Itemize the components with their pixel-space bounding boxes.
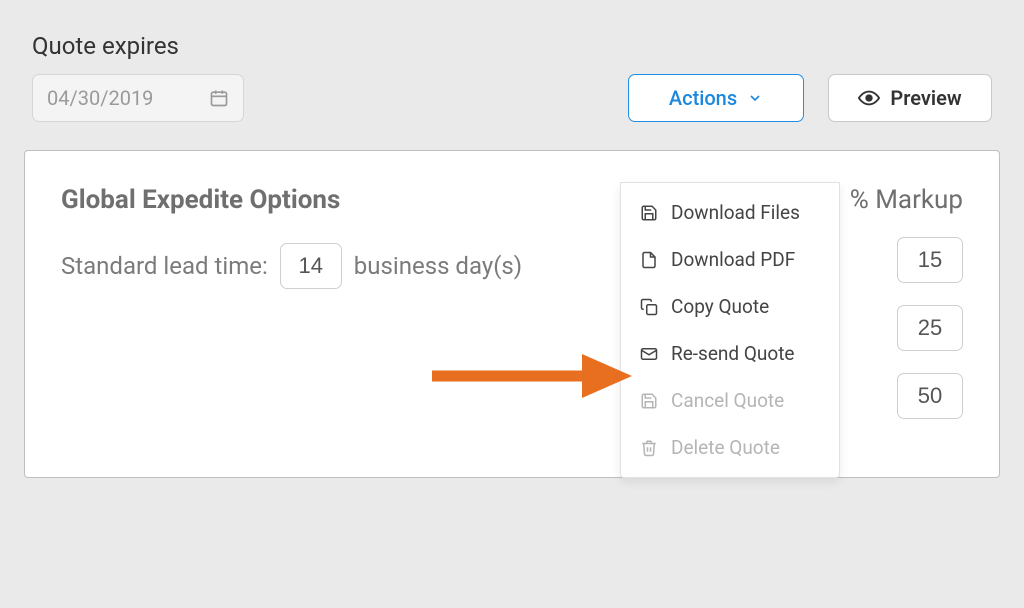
trash-icon xyxy=(639,439,659,457)
menu-cancel-quote: Cancel Quote xyxy=(621,377,839,424)
quote-expires-value: 04/30/2019 xyxy=(47,86,153,110)
eye-icon xyxy=(858,87,880,109)
preview-button[interactable]: Preview xyxy=(828,74,992,122)
pdf-icon xyxy=(639,251,659,269)
markup-input-2[interactable] xyxy=(897,305,963,351)
save-icon xyxy=(639,392,659,410)
menu-copy-quote[interactable]: Copy Quote xyxy=(621,283,839,330)
menu-delete-quote: Delete Quote xyxy=(621,424,839,471)
lead-time-unit: business day(s) xyxy=(354,252,522,280)
menu-download-pdf[interactable]: Download PDF xyxy=(621,236,839,283)
actions-dropdown: Download Files Download PDF Copy Quote R… xyxy=(620,182,840,478)
save-icon xyxy=(639,204,659,222)
markup-label: % Markup xyxy=(850,185,963,215)
menu-label: Cancel Quote xyxy=(671,389,784,412)
menu-label: Re-send Quote xyxy=(671,342,795,365)
lead-time-label: Standard lead time: xyxy=(61,252,268,280)
actions-button-label: Actions xyxy=(669,86,737,110)
menu-label: Delete Quote xyxy=(671,436,780,459)
menu-label: Download PDF xyxy=(671,248,795,271)
menu-resend-quote[interactable]: Re-send Quote xyxy=(621,330,839,377)
chevron-down-icon xyxy=(747,90,763,106)
markup-input-1[interactable] xyxy=(897,237,963,283)
preview-button-label: Preview xyxy=(890,86,961,110)
menu-download-files[interactable]: Download Files xyxy=(621,189,839,236)
quote-expires-date-input[interactable]: 04/30/2019 xyxy=(32,74,244,122)
copy-icon xyxy=(639,298,659,316)
quote-expires-label: Quote expires xyxy=(32,32,992,60)
calendar-icon xyxy=(209,88,229,108)
menu-label: Download Files xyxy=(671,201,800,224)
actions-button[interactable]: Actions xyxy=(628,74,804,122)
markup-input-3[interactable] xyxy=(897,373,963,419)
mail-icon xyxy=(639,345,659,363)
expedite-options-panel: Global Expedite Options Standard lead ti… xyxy=(24,150,1000,478)
menu-label: Copy Quote xyxy=(671,295,769,318)
lead-time-input[interactable] xyxy=(280,243,342,289)
